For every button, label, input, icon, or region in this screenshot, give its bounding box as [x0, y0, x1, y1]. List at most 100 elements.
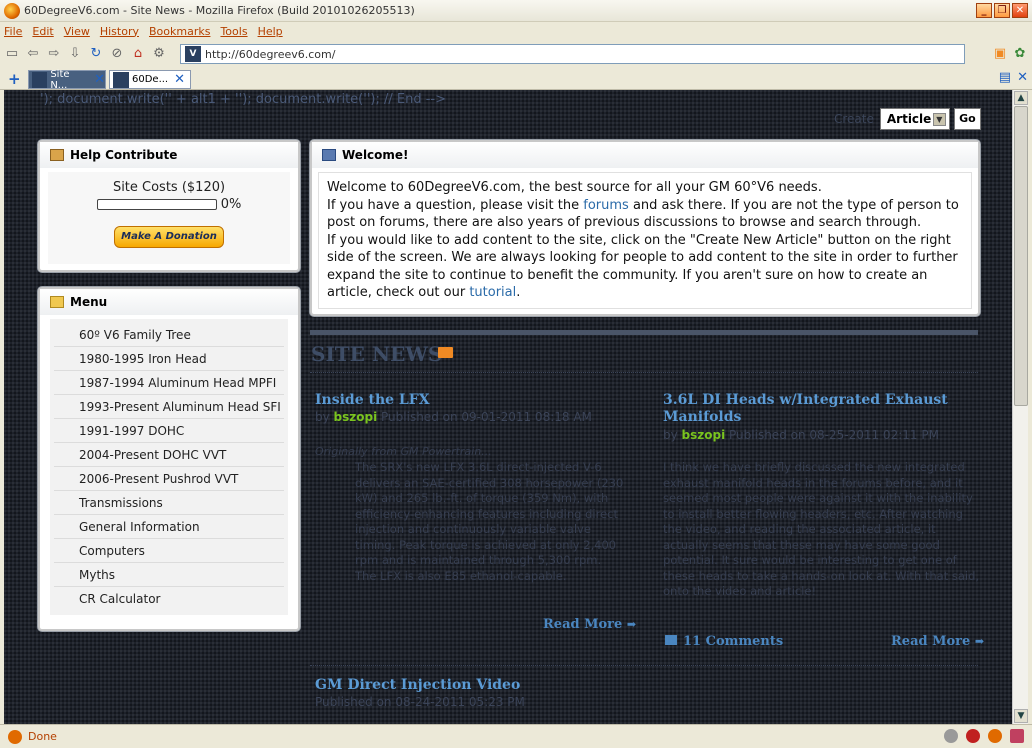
site-costs-label: Site Costs ($120)	[112, 180, 226, 195]
tab-site-news[interactable]: Site N... ✕	[28, 69, 106, 91]
author-link[interactable]: bszopi	[334, 410, 378, 424]
site-favicon: V	[185, 46, 201, 62]
comments-link[interactable]: 11 Comments	[665, 634, 783, 649]
read-more-link[interactable]: Read More ➡	[543, 617, 636, 632]
tab-close-all-icon[interactable]: ✕	[1017, 70, 1028, 85]
contribute-icon	[50, 149, 64, 161]
cost-progress-percent: 0%	[220, 197, 242, 212]
firefox-icon	[4, 2, 20, 19]
tab-close-icon[interactable]: ✕	[174, 72, 185, 87]
menu-item[interactable]: 2004-Present DOHC VVT	[54, 443, 284, 467]
help-contribute-title: Help Contribute	[70, 148, 178, 162]
arrow-right-icon: ➡	[626, 618, 637, 631]
welcome-box: Welcome! Welcome to 60DegreeV6.com, the …	[310, 140, 980, 316]
tab-60degree[interactable]: 60De... ✕	[109, 70, 191, 89]
go-button[interactable]: Go	[953, 108, 981, 130]
menu-item[interactable]: 60º V6 Family Tree	[54, 323, 284, 347]
firefox-icon[interactable]	[988, 729, 1002, 743]
maximize-button[interactable]: ❐	[994, 3, 1010, 18]
status-bar: Done	[0, 724, 1032, 748]
site-news-heading: SITE NEWS	[311, 342, 443, 366]
tab-list-icon[interactable]: ▤	[999, 70, 1011, 85]
url-bar[interactable]: V http://60degreev6.com/	[180, 44, 965, 64]
menu-help[interactable]: Help	[258, 25, 283, 38]
tab-label: 60De...	[132, 74, 169, 85]
menu-item[interactable]: Computers	[54, 539, 284, 563]
create-article-form: Create Article ▼ Go	[834, 108, 981, 130]
menu-edit[interactable]: Edit	[32, 25, 53, 38]
stop-icon[interactable]: ⊘	[109, 46, 125, 62]
welcome-line-1: Welcome to 60DegreeV6.com, the best sour…	[327, 180, 822, 195]
scrollbar-thumb[interactable]	[1014, 106, 1028, 406]
welcome-title: Welcome!	[342, 148, 409, 162]
menu-item[interactable]: 2006-Present Pushrod VVT	[54, 467, 284, 491]
history-icon[interactable]: ⇩	[67, 46, 83, 62]
menu-file[interactable]: File	[4, 25, 22, 38]
menu-item[interactable]: 1991-1997 DOHC	[54, 419, 284, 443]
donate-button[interactable]: Make A Donation	[114, 226, 224, 248]
addon-icon[interactable]	[966, 729, 980, 743]
new-tab-button[interactable]: +	[8, 70, 21, 88]
tutorial-link[interactable]: tutorial	[469, 285, 516, 300]
menu-item[interactable]: 1987-1994 Aluminum Head MPFI	[54, 371, 284, 395]
url-text: http://60degreev6.com/	[205, 47, 336, 61]
status-text: Done	[28, 730, 57, 743]
menu-bookmarks[interactable]: Bookmarks	[149, 25, 210, 38]
window-title: 60DegreeV6.com - Site News - Mozilla Fir…	[24, 4, 415, 17]
create-label: Create	[834, 112, 874, 126]
welcome-text: Welcome to 60DegreeV6.com, the best sour…	[318, 172, 972, 309]
arrow-right-icon: ➡	[974, 635, 985, 648]
navigation-toolbar: ▭ ⇦ ⇨ ⇩ ↻ ⊘ ⌂ ⚙ V http://60degreev6.com/…	[0, 40, 1032, 68]
article-type-select[interactable]: Article ▼	[879, 108, 950, 130]
forward-icon[interactable]: ⇨	[46, 46, 62, 62]
chevron-down-icon[interactable]: ▼	[932, 112, 946, 126]
menu-item[interactable]: Transmissions	[54, 491, 284, 515]
comment-icon	[665, 635, 677, 645]
article-title-link[interactable]: GM Direct Injection Video	[315, 677, 520, 694]
article-title-link[interactable]: 3.6L DI Heads w/Integrated Exhaust Manif…	[663, 392, 953, 426]
welcome-line-3: If you would like to add content to the …	[327, 232, 958, 301]
extension-icon[interactable]	[1010, 729, 1024, 743]
back-icon[interactable]: ⇦	[25, 46, 41, 62]
menu-history[interactable]: History	[100, 25, 139, 38]
author-link[interactable]: bszopi	[682, 428, 726, 442]
close-button[interactable]: ✕	[1012, 3, 1028, 18]
minimize-button[interactable]: _	[976, 3, 992, 18]
menu-view[interactable]: View	[64, 25, 90, 38]
help-contribute-header: Help Contribute	[40, 142, 298, 168]
read-more-link[interactable]: Read More ➡	[891, 634, 984, 649]
article-meta: Published on 08-24-2011 05:23 PM	[315, 695, 525, 709]
rss-feed-icon[interactable]: ▣	[992, 46, 1008, 62]
welcome-line-2: If you have a question, please visit the…	[327, 197, 959, 231]
rss-icon[interactable]	[438, 347, 453, 358]
script-text: '); document.write('' + alt1 + ''); docu…	[40, 92, 446, 107]
scroll-up-icon[interactable]: ▲	[1014, 91, 1028, 105]
menu-item[interactable]: Myths	[54, 563, 284, 587]
reload-icon[interactable]: ↻	[88, 46, 104, 62]
select-value: Article	[886, 112, 932, 126]
article-title-link[interactable]: Inside the LFX	[315, 392, 430, 409]
help-contribute-box: Help Contribute Site Costs ($120) 0% Mak…	[38, 140, 300, 272]
article-meta: by bszopi Published on 08-25-2011 02:11 …	[663, 428, 939, 442]
tab-close-icon[interactable]: ✕	[94, 72, 105, 87]
addon-icon[interactable]: ✿	[1012, 46, 1028, 62]
menu-item[interactable]: General Information	[54, 515, 284, 539]
page-scrollbar[interactable]: ▲ ▼	[1012, 90, 1028, 724]
menu-header: Menu	[40, 289, 298, 315]
home-icon[interactable]: ⌂	[130, 46, 146, 62]
menu-item[interactable]: CR Calculator	[54, 587, 284, 611]
scroll-down-icon[interactable]: ▼	[1014, 709, 1028, 723]
status-icon	[8, 729, 22, 744]
tools-icon[interactable]	[944, 729, 958, 743]
article-excerpt: I think we have briefly discussed the ne…	[663, 460, 980, 598]
news-divider	[310, 372, 978, 373]
menu-box: Menu 60º V6 Family Tree 1980-1995 Iron H…	[38, 287, 300, 631]
bookmarks-icon[interactable]: ▭	[4, 46, 20, 62]
news-divider	[310, 665, 978, 666]
menu-tools[interactable]: Tools	[220, 25, 247, 38]
forums-link[interactable]: forums	[583, 198, 629, 213]
menu-item[interactable]: 1980-1995 Iron Head	[54, 347, 284, 371]
tools-icon[interactable]: ⚙	[151, 46, 167, 62]
menu-item[interactable]: 1993-Present Aluminum Head SFI	[54, 395, 284, 419]
article-meta: by bszopi Published on 09-01-2011 08:18 …	[315, 410, 592, 424]
